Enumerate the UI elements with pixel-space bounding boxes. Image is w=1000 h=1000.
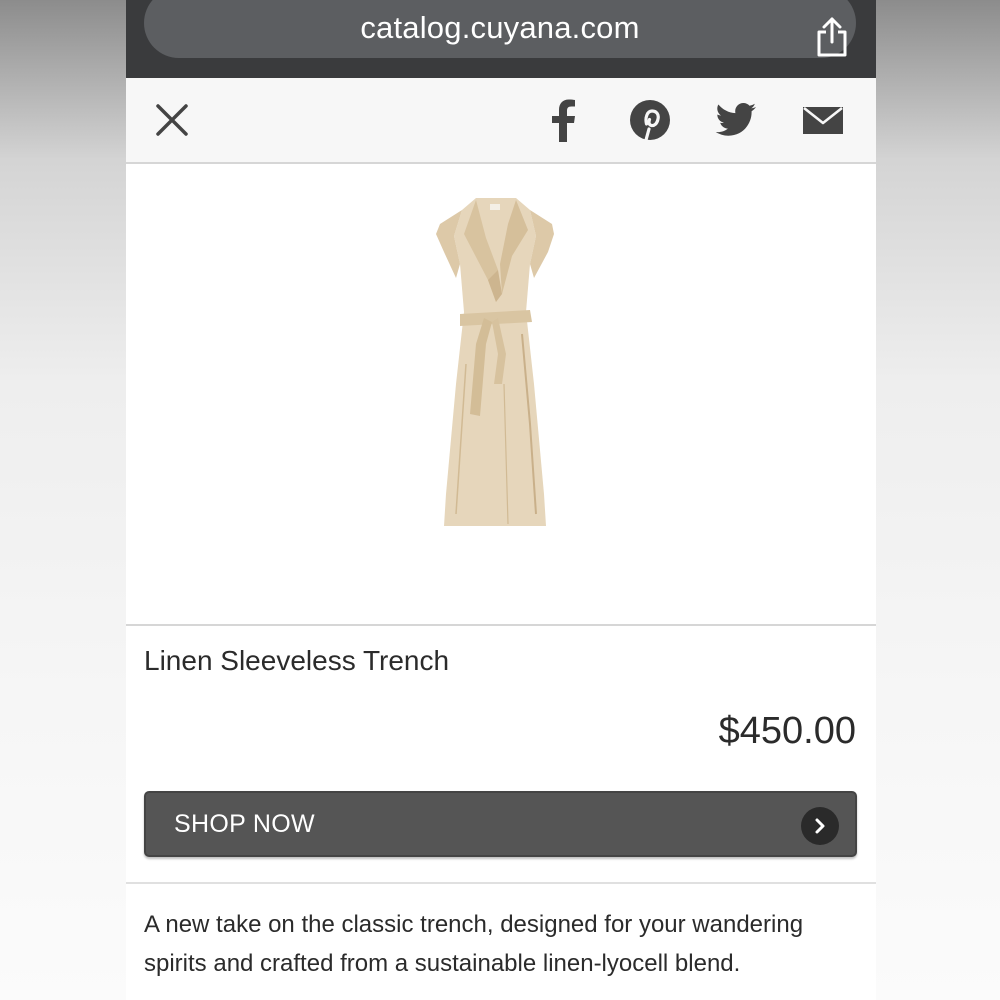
twitter-icon[interactable] — [714, 98, 758, 142]
divider — [126, 882, 876, 884]
email-icon[interactable] — [802, 98, 844, 142]
pinterest-icon[interactable] — [628, 98, 672, 142]
share-toolbar — [126, 78, 876, 164]
product-image[interactable] — [126, 164, 876, 626]
dress-image — [436, 198, 554, 526]
url-bar[interactable]: catalog.cuyana.com — [144, 0, 856, 58]
browser-bar: catalog.cuyana.com — [126, 0, 876, 78]
backdrop-left — [0, 0, 126, 1000]
phone-screen: catalog.cuyana.com Linen Sleeveless Tren… — [126, 0, 876, 1000]
product-price: $450.00 — [718, 710, 856, 752]
product-description: A new take on the classic trench, design… — [144, 911, 804, 977]
close-icon[interactable] — [154, 102, 190, 138]
chevron-right-icon — [801, 807, 839, 845]
backdrop-right — [876, 0, 1000, 1000]
shop-now-label: SHOP NOW — [174, 809, 315, 838]
url-text: catalog.cuyana.com — [360, 10, 640, 45]
share-icon[interactable] — [814, 16, 850, 58]
facebook-icon[interactable] — [544, 98, 582, 142]
product-title: Linen Sleeveless Trench — [144, 645, 450, 676]
shop-now-button[interactable]: SHOP NOW — [144, 791, 857, 857]
